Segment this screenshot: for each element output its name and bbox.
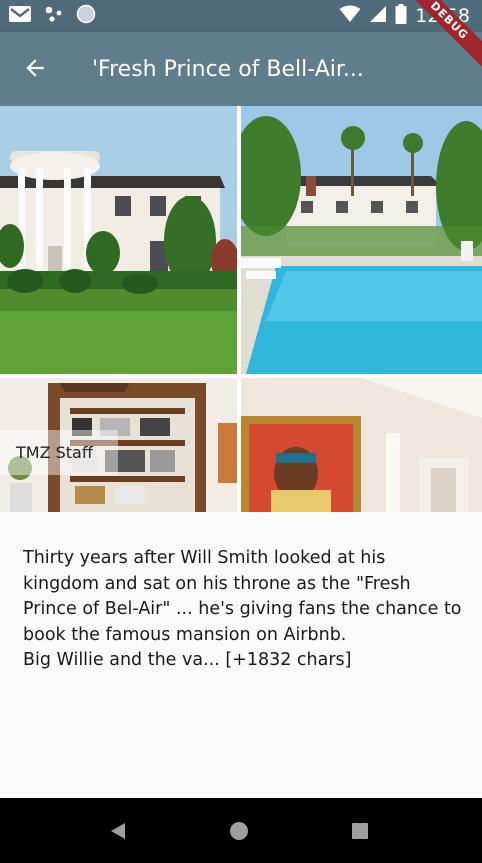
back-button[interactable]: [12, 45, 58, 91]
article-paragraph: Thirty years after Will Smith looked at …: [23, 548, 462, 645]
wifi-icon: [339, 5, 361, 27]
author-name: TMZ Staff: [16, 443, 93, 462]
nav-home-button[interactable]: [226, 818, 252, 844]
nav-back-button[interactable]: [105, 818, 131, 844]
status-bar-left: [8, 4, 96, 28]
nav-recents-button[interactable]: [347, 818, 373, 844]
gmail-icon: [8, 5, 32, 27]
sync-circle-icon: [76, 4, 96, 28]
battery-icon: [395, 4, 407, 28]
app-bar: 'Fresh Prince of Bell-Air...: [0, 32, 482, 106]
page-title: 'Fresh Prince of Bell-Air...: [92, 57, 364, 82]
arrow-back-icon: [26, 59, 44, 77]
gallery-image-portrait[interactable]: [241, 378, 482, 512]
article-paragraph-truncated: Big Willie and the va... [+1832 chars]: [23, 650, 352, 670]
signal-icon: [369, 5, 387, 27]
author-overlay: TMZ Staff: [0, 430, 118, 475]
system-nav-bar: [0, 798, 482, 863]
article-body: Thirty years after Will Smith looked at …: [23, 546, 463, 674]
gallery-image-pool[interactable]: [241, 106, 482, 374]
status-bar: 12:58: [0, 0, 482, 32]
home-circle-icon: [230, 822, 248, 840]
back-triangle-icon: [111, 823, 125, 839]
notification-dots-icon: [44, 5, 64, 27]
recents-square-icon: [352, 823, 368, 839]
gallery-image-mansion[interactable]: [0, 106, 237, 374]
